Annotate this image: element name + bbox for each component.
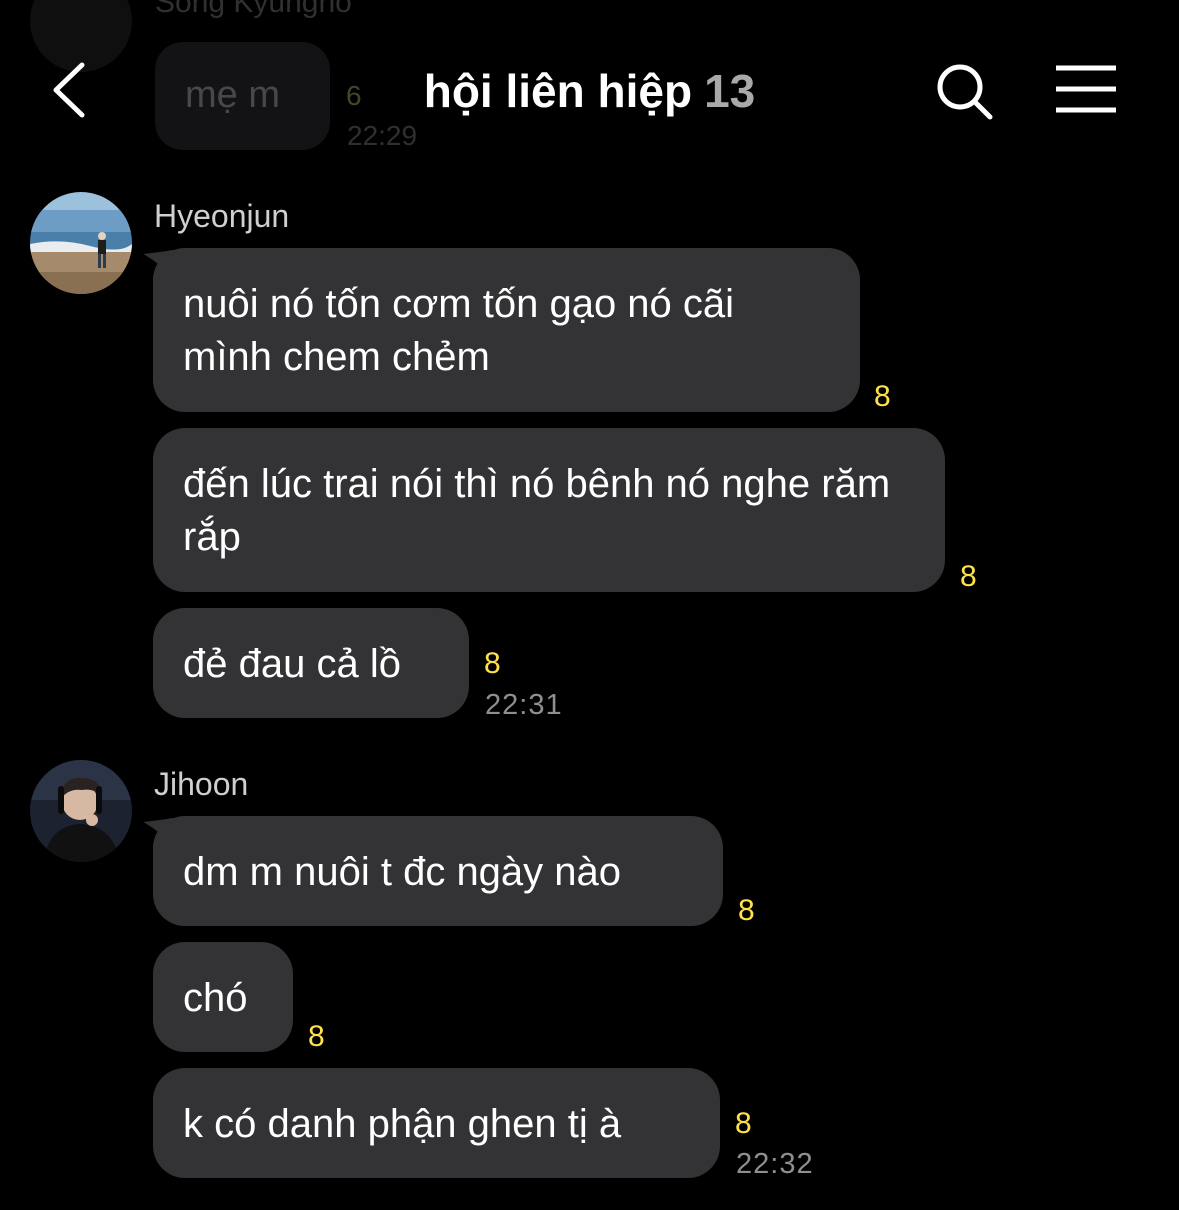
unread-count: 8 — [484, 647, 501, 680]
avatar-person-image — [30, 760, 132, 862]
message-bubble[interactable]: nuôi nó tốn cơm tốn gạo nó cãi mình chem… — [153, 248, 860, 412]
message-text: k có danh phận ghen tị à — [183, 1102, 622, 1146]
sender-name: Song Kyungho — [155, 0, 352, 19]
message-time: 22:32 — [736, 1148, 814, 1180]
message-time: 22:31 — [485, 689, 563, 721]
message-text: đến lúc trai nói thì nó bênh nó nghe răm… — [183, 462, 902, 559]
sender-name: Hyeonjun — [154, 198, 290, 234]
unread-count: 8 — [738, 894, 755, 927]
member-count: 13 — [704, 65, 756, 117]
unread-count: 8 — [874, 380, 891, 413]
unread-count: 8 — [308, 1020, 325, 1053]
search-icon — [937, 64, 993, 120]
avatar-jihoon[interactable] — [30, 760, 132, 862]
hamburger-menu-icon — [1056, 65, 1116, 113]
message-text: dm m nuôi t đc ngày nào — [183, 850, 622, 894]
unread-count: 8 — [960, 560, 977, 593]
avatar-hyeonjun[interactable] — [30, 192, 132, 294]
message-bubble[interactable]: đẻ đau cả lồ — [153, 608, 469, 718]
message-bubble[interactable]: k có danh phận ghen tị à — [153, 1068, 720, 1178]
message-text: nuôi nó tốn cơm tốn gạo nó cãi mình chem… — [183, 282, 746, 379]
chat-title: hội liên hiệp 13 — [0, 64, 1179, 118]
message-text: chó — [183, 976, 248, 1020]
sender-name: Jihoon — [154, 766, 249, 802]
search-button[interactable] — [930, 57, 1000, 127]
message-bubble[interactable]: dm m nuôi t đc ngày nào — [153, 816, 723, 926]
unread-count: 8 — [735, 1107, 752, 1140]
avatar-beach-image — [30, 192, 132, 294]
message-text: đẻ đau cả lồ — [183, 642, 401, 686]
chat-title-text: hội liên hiệp — [423, 65, 693, 117]
message-bubble[interactable]: đến lúc trai nói thì nó bênh nó nghe răm… — [153, 428, 945, 592]
message-bubble[interactable]: chó — [153, 942, 293, 1052]
menu-button[interactable] — [1050, 60, 1124, 120]
message-time: 22:29 — [347, 120, 418, 151]
